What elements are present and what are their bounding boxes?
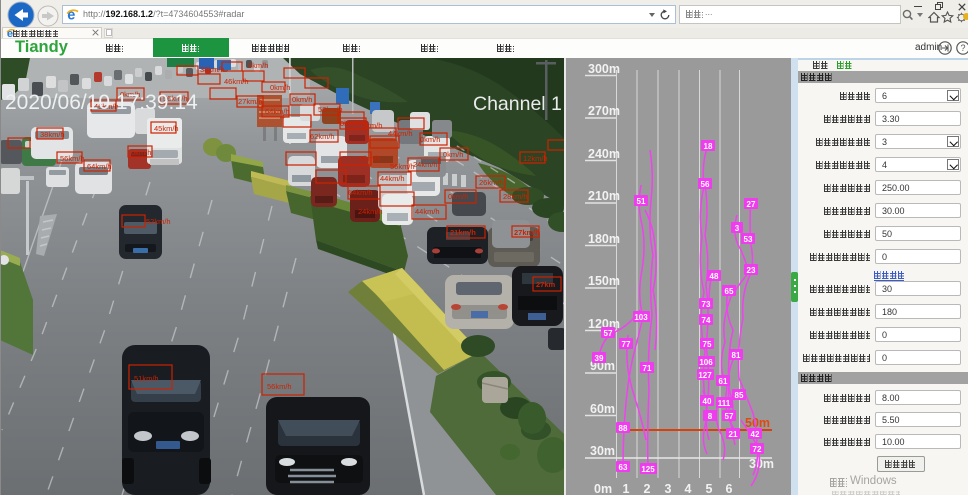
svg-text:57: 57 — [725, 412, 734, 421]
svg-text:0km/h: 0km/h — [448, 192, 468, 201]
svg-text:44km/h: 44km/h — [415, 207, 440, 216]
svg-text:27: 27 — [747, 200, 756, 209]
svg-text:Channel 1: Channel 1 — [473, 93, 562, 115]
svg-text:38km/h: 38km/h — [200, 65, 225, 74]
svg-text:81: 81 — [732, 351, 741, 360]
svg-text:52km/h: 52km/h — [146, 217, 171, 226]
svg-text:44km/h: 44km/h — [380, 174, 405, 183]
svg-text:61: 61 — [719, 377, 728, 386]
svg-text:1: 1 — [623, 482, 630, 495]
svg-text:2: 2 — [644, 482, 651, 495]
svg-text:27km/h: 27km/h — [514, 228, 540, 237]
svg-text:75: 75 — [703, 340, 712, 349]
svg-text:0km/h: 0km/h — [362, 121, 382, 130]
svg-text:56km/h: 56km/h — [60, 154, 85, 163]
svg-text:127: 127 — [698, 371, 712, 380]
svg-text:72: 72 — [753, 445, 762, 454]
svg-text:0km/h: 0km/h — [420, 135, 440, 144]
svg-text:45km/h: 45km/h — [154, 124, 179, 133]
svg-text:62km/h: 62km/h — [310, 132, 335, 141]
svg-text:50m: 50m — [745, 416, 770, 430]
svg-text:18: 18 — [704, 142, 713, 151]
svg-text:240m: 240m — [588, 147, 620, 161]
svg-text:64km/h: 64km/h — [87, 162, 112, 171]
svg-text:111: 111 — [718, 399, 731, 408]
svg-text:56km/h: 56km/h — [390, 162, 415, 171]
svg-text:48: 48 — [710, 272, 719, 281]
svg-text:65: 65 — [725, 287, 734, 296]
svg-text:64km/h: 64km/h — [265, 107, 290, 116]
svg-text:8: 8 — [708, 412, 713, 421]
svg-text:0km/h: 0km/h — [443, 150, 463, 159]
svg-text:58km/h: 58km/h — [318, 105, 343, 114]
svg-text:0km/h: 0km/h — [340, 119, 360, 128]
svg-text:27km: 27km — [536, 280, 556, 289]
svg-text:85: 85 — [735, 391, 744, 400]
svg-text:103: 103 — [634, 313, 648, 322]
svg-text:3: 3 — [735, 224, 740, 233]
svg-text:0km/h: 0km/h — [131, 148, 151, 157]
svg-text:6: 6 — [726, 482, 733, 495]
svg-text:12km/h: 12km/h — [523, 154, 548, 163]
svg-text:24km/h: 24km/h — [358, 207, 383, 216]
svg-text:60m: 60m — [590, 402, 615, 416]
svg-text:0km/h: 0km/h — [248, 61, 268, 70]
svg-text:28km/h: 28km/h — [503, 192, 528, 201]
svg-text:?: ? — [960, 43, 965, 53]
svg-text:270m: 270m — [588, 104, 620, 118]
svg-text:88: 88 — [619, 424, 628, 433]
svg-text:56: 56 — [701, 180, 710, 189]
svg-text:2020/06/10 17:39:14: 2020/06/10 17:39:14 — [5, 91, 198, 114]
svg-text:39: 39 — [595, 354, 604, 363]
svg-text:51: 51 — [637, 197, 646, 206]
svg-text:150m: 150m — [588, 274, 620, 288]
svg-text:23: 23 — [747, 266, 756, 275]
svg-text:42: 42 — [751, 430, 760, 439]
svg-text:21: 21 — [729, 430, 738, 439]
svg-text:51km/h: 51km/h — [134, 374, 159, 383]
svg-text:40: 40 — [703, 397, 712, 406]
svg-text:73: 73 — [702, 300, 711, 309]
svg-text:21km/h: 21km/h — [450, 228, 476, 237]
svg-text:53: 53 — [744, 235, 753, 244]
svg-text:74: 74 — [702, 316, 711, 325]
svg-text:0km/h: 0km/h — [360, 154, 380, 163]
svg-text:57: 57 — [604, 329, 613, 338]
svg-text:38km/h: 38km/h — [40, 130, 65, 139]
svg-text:44km/h: 44km/h — [388, 129, 413, 138]
svg-text:4: 4 — [685, 482, 692, 495]
svg-text:27km/h: 27km/h — [238, 97, 263, 106]
svg-text:300m: 300m — [588, 62, 620, 76]
svg-text:106: 106 — [699, 358, 713, 367]
svg-text:0km/h: 0km/h — [270, 83, 290, 92]
svg-text:5: 5 — [706, 482, 713, 495]
svg-text:63: 63 — [619, 463, 628, 472]
svg-text:0m: 0m — [594, 482, 612, 495]
svg-text:77: 77 — [622, 340, 631, 349]
svg-text:24km/h: 24km/h — [413, 160, 438, 169]
svg-text:30m: 30m — [590, 444, 615, 458]
svg-text:30m: 30m — [749, 457, 774, 471]
svg-text:125: 125 — [641, 465, 655, 474]
svg-text:71: 71 — [643, 364, 652, 373]
svg-text:26km/h: 26km/h — [479, 178, 504, 187]
svg-text:3: 3 — [665, 482, 672, 495]
svg-text:56km/h: 56km/h — [267, 382, 292, 391]
svg-text:0km/h: 0km/h — [292, 95, 312, 104]
svg-text:46km/h: 46km/h — [224, 77, 249, 86]
svg-text:180m: 180m — [588, 232, 620, 246]
svg-text:64km/h: 64km/h — [348, 188, 373, 197]
svg-text:210m: 210m — [588, 189, 620, 203]
